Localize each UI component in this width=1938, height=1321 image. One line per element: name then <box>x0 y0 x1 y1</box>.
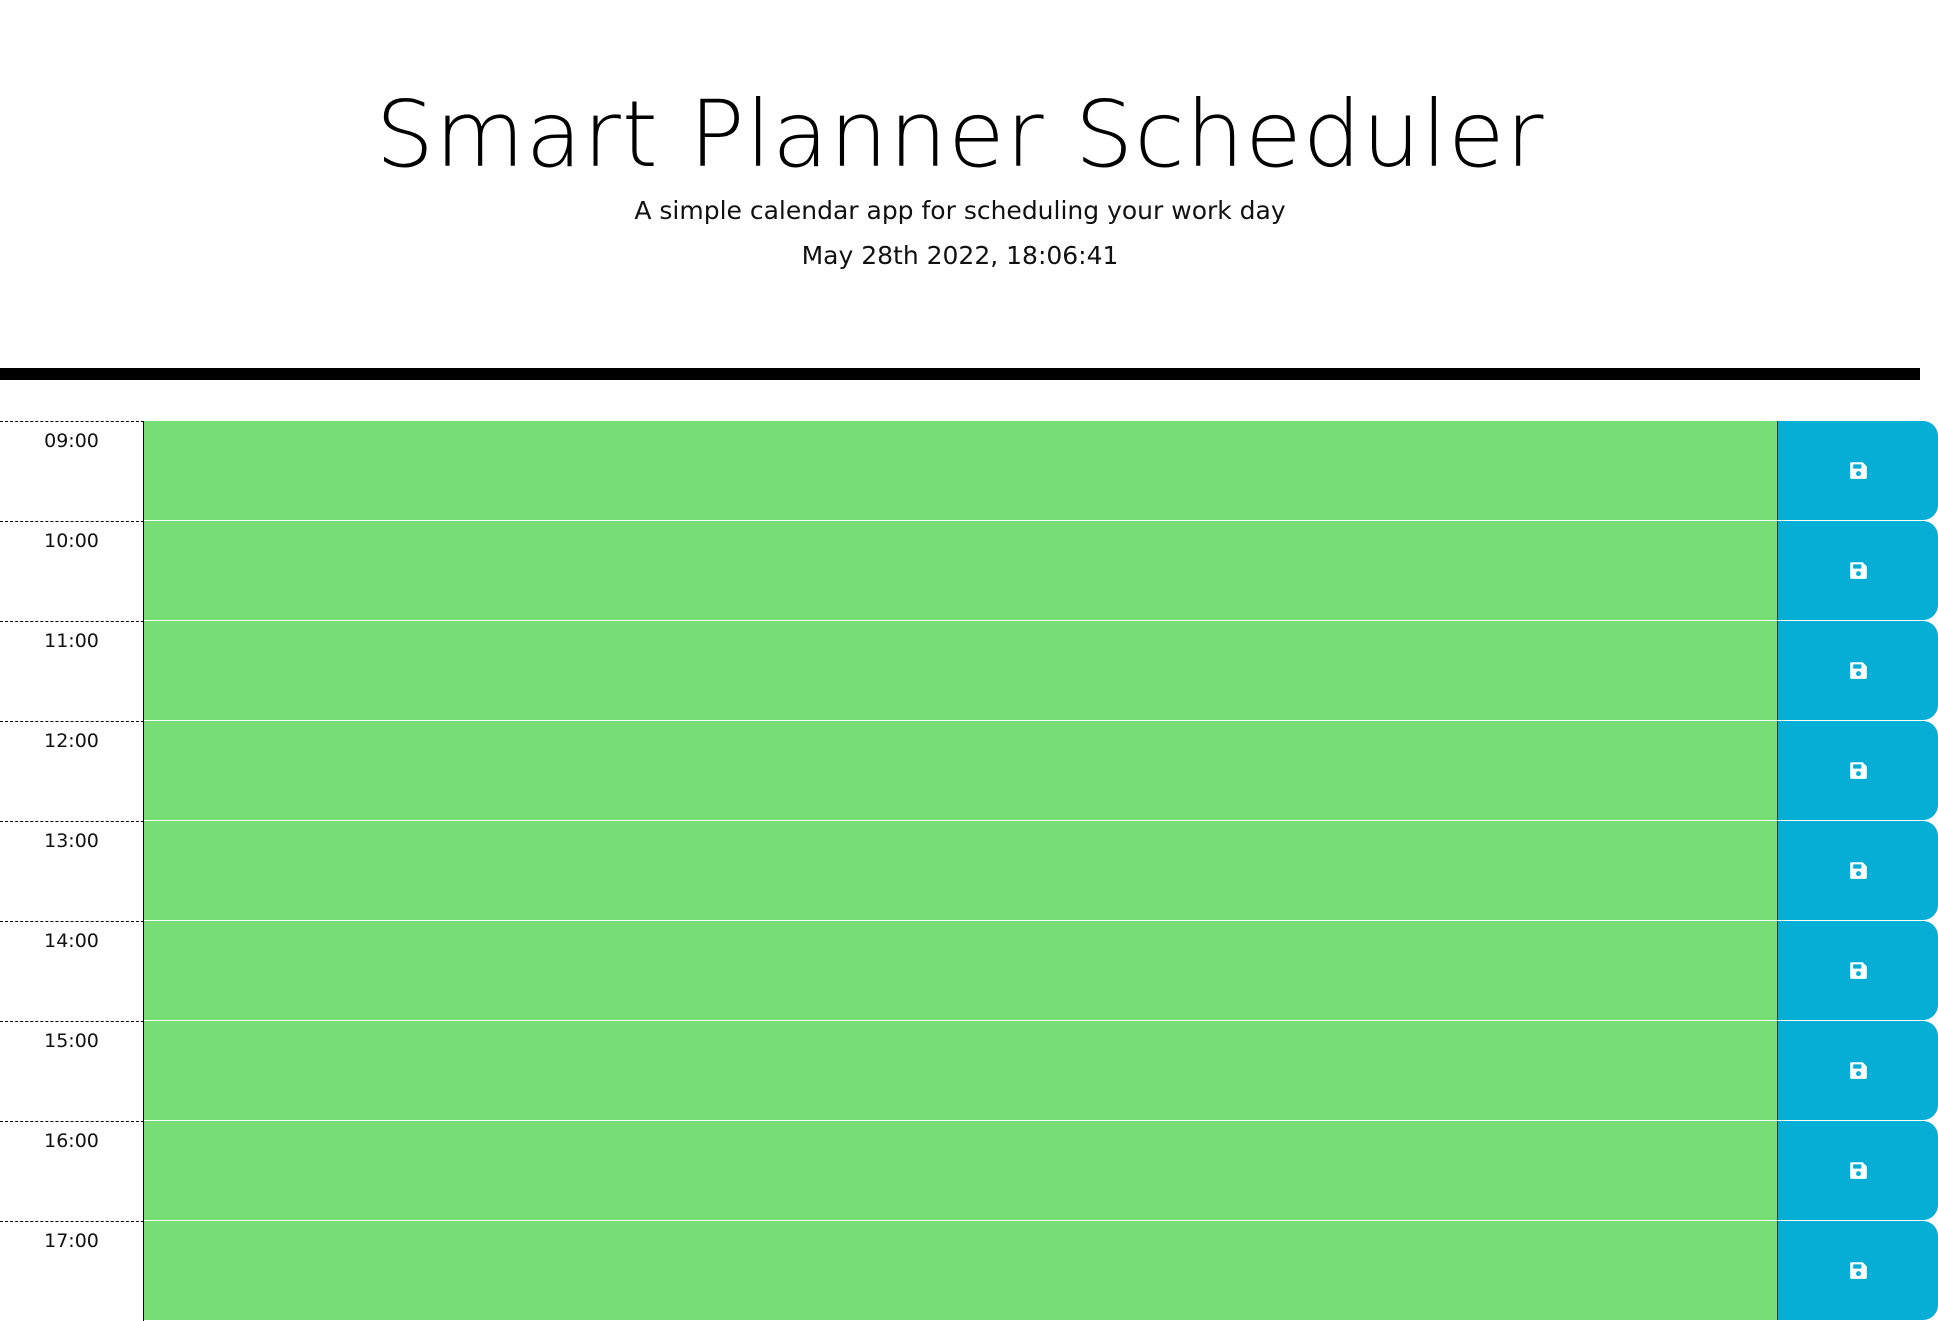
event-description-input[interactable] <box>144 421 1777 521</box>
event-description-input[interactable] <box>144 521 1777 621</box>
current-datetime: May 28th 2022, 18:06:41 <box>801 241 1119 270</box>
save-button[interactable] <box>1777 721 1938 820</box>
save-button[interactable] <box>1777 1121 1938 1220</box>
page-subtitle: A simple calendar app for scheduling you… <box>634 196 1286 225</box>
hour-label: 14:00 <box>0 921 144 1021</box>
save-icon <box>1849 1262 1867 1279</box>
header-divider <box>0 368 1920 380</box>
event-description-input[interactable] <box>144 1021 1777 1121</box>
time-block-row: 12:00 <box>0 721 1938 821</box>
time-block-row: 11:00 <box>0 621 1938 721</box>
time-block-row: 16:00 <box>0 1121 1938 1221</box>
save-icon <box>1849 862 1867 879</box>
hour-label: 16:00 <box>0 1121 144 1221</box>
hour-label: 13:00 <box>0 821 144 921</box>
save-icon <box>1849 462 1867 479</box>
time-block-row: 15:00 <box>0 1021 1938 1121</box>
save-icon <box>1849 1162 1867 1179</box>
hour-label: 11:00 <box>0 621 144 721</box>
event-description-input[interactable] <box>144 1221 1777 1321</box>
save-button[interactable] <box>1777 921 1938 1020</box>
time-block-row: 14:00 <box>0 921 1938 1021</box>
page-header: Smart Planner Scheduler A simple calenda… <box>0 0 1920 376</box>
save-icon <box>1849 662 1867 679</box>
hour-label: 12:00 <box>0 721 144 821</box>
save-icon <box>1849 962 1867 979</box>
save-button[interactable] <box>1777 421 1938 520</box>
time-block-row: 13:00 <box>0 821 1938 921</box>
save-icon <box>1849 762 1867 779</box>
save-button[interactable] <box>1777 1221 1938 1320</box>
save-button[interactable] <box>1777 521 1938 620</box>
time-block-list: 09:00 10:00 11:00 12:00 13:00 14:00 15:0… <box>0 421 1938 1321</box>
event-description-input[interactable] <box>144 621 1777 721</box>
hour-label: 15:00 <box>0 1021 144 1121</box>
hour-label: 10:00 <box>0 521 144 621</box>
save-icon <box>1849 562 1867 579</box>
hour-label: 09:00 <box>0 421 144 521</box>
event-description-input[interactable] <box>144 921 1777 1021</box>
time-block-row: 09:00 <box>0 421 1938 521</box>
save-button[interactable] <box>1777 621 1938 720</box>
page-title: Smart Planner Scheduler <box>375 81 1545 188</box>
time-block-row: 10:00 <box>0 521 1938 621</box>
event-description-input[interactable] <box>144 721 1777 821</box>
hour-label: 17:00 <box>0 1221 144 1321</box>
save-icon <box>1849 1062 1867 1079</box>
save-button[interactable] <box>1777 1021 1938 1120</box>
event-description-input[interactable] <box>144 821 1777 921</box>
save-button[interactable] <box>1777 821 1938 920</box>
event-description-input[interactable] <box>144 1121 1777 1221</box>
time-block-row: 17:00 <box>0 1221 1938 1321</box>
